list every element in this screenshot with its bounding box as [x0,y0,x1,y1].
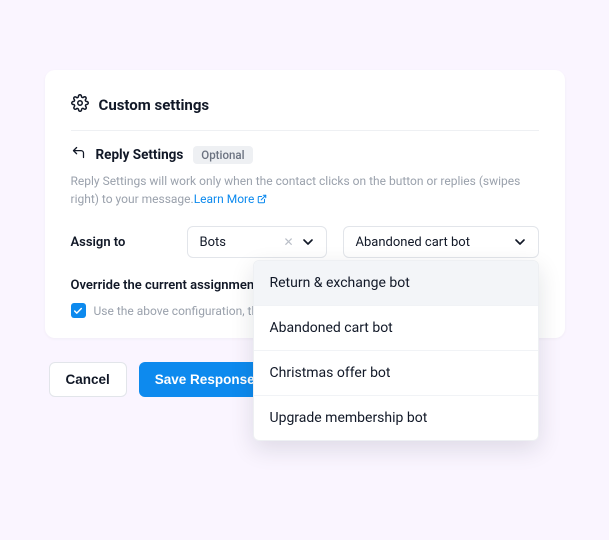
assign-target-select[interactable]: Abandoned cart bot [343,226,539,258]
help-text-body: Reply Settings will work only when the c… [71,174,521,206]
dropdown-option[interactable]: Christmas offer bot [254,351,538,396]
external-link-icon [257,192,267,206]
chevron-down-icon [512,234,528,250]
dropdown-option[interactable]: Return & exchange bot [254,261,538,306]
assign-type-select[interactable]: Bots ✕ [187,226,327,258]
chevron-down-icon [300,234,316,250]
dropdown-option[interactable]: Upgrade membership bot [254,396,538,440]
bot-dropdown-menu: Return & exchange bot Abandoned cart bot… [253,260,539,441]
reply-icon [71,145,86,164]
card-title: Custom settings [99,96,210,114]
dropdown-option[interactable]: Abandoned cart bot [254,306,538,351]
gear-icon [71,94,89,116]
override-checkbox[interactable] [71,303,86,318]
learn-more-link[interactable]: Learn More [194,192,268,206]
assign-label: Assign to [71,235,171,250]
assign-type-value: Bots [200,235,284,250]
section-title-row: Reply Settings Optional [71,145,539,164]
save-button[interactable]: Save Response [139,362,271,397]
cancel-button[interactable]: Cancel [49,362,127,397]
section-title: Reply Settings [96,147,184,163]
card-header: Custom settings [71,94,539,131]
assign-target-value: Abandoned cart bot [356,235,512,250]
optional-badge: Optional [193,146,252,164]
help-text: Reply Settings will work only when the c… [71,172,539,208]
assign-row: Assign to Bots ✕ Abandoned cart bot [71,226,539,258]
clear-icon[interactable]: ✕ [283,235,293,249]
settings-card: Custom settings Reply Settings Optional … [45,70,565,338]
